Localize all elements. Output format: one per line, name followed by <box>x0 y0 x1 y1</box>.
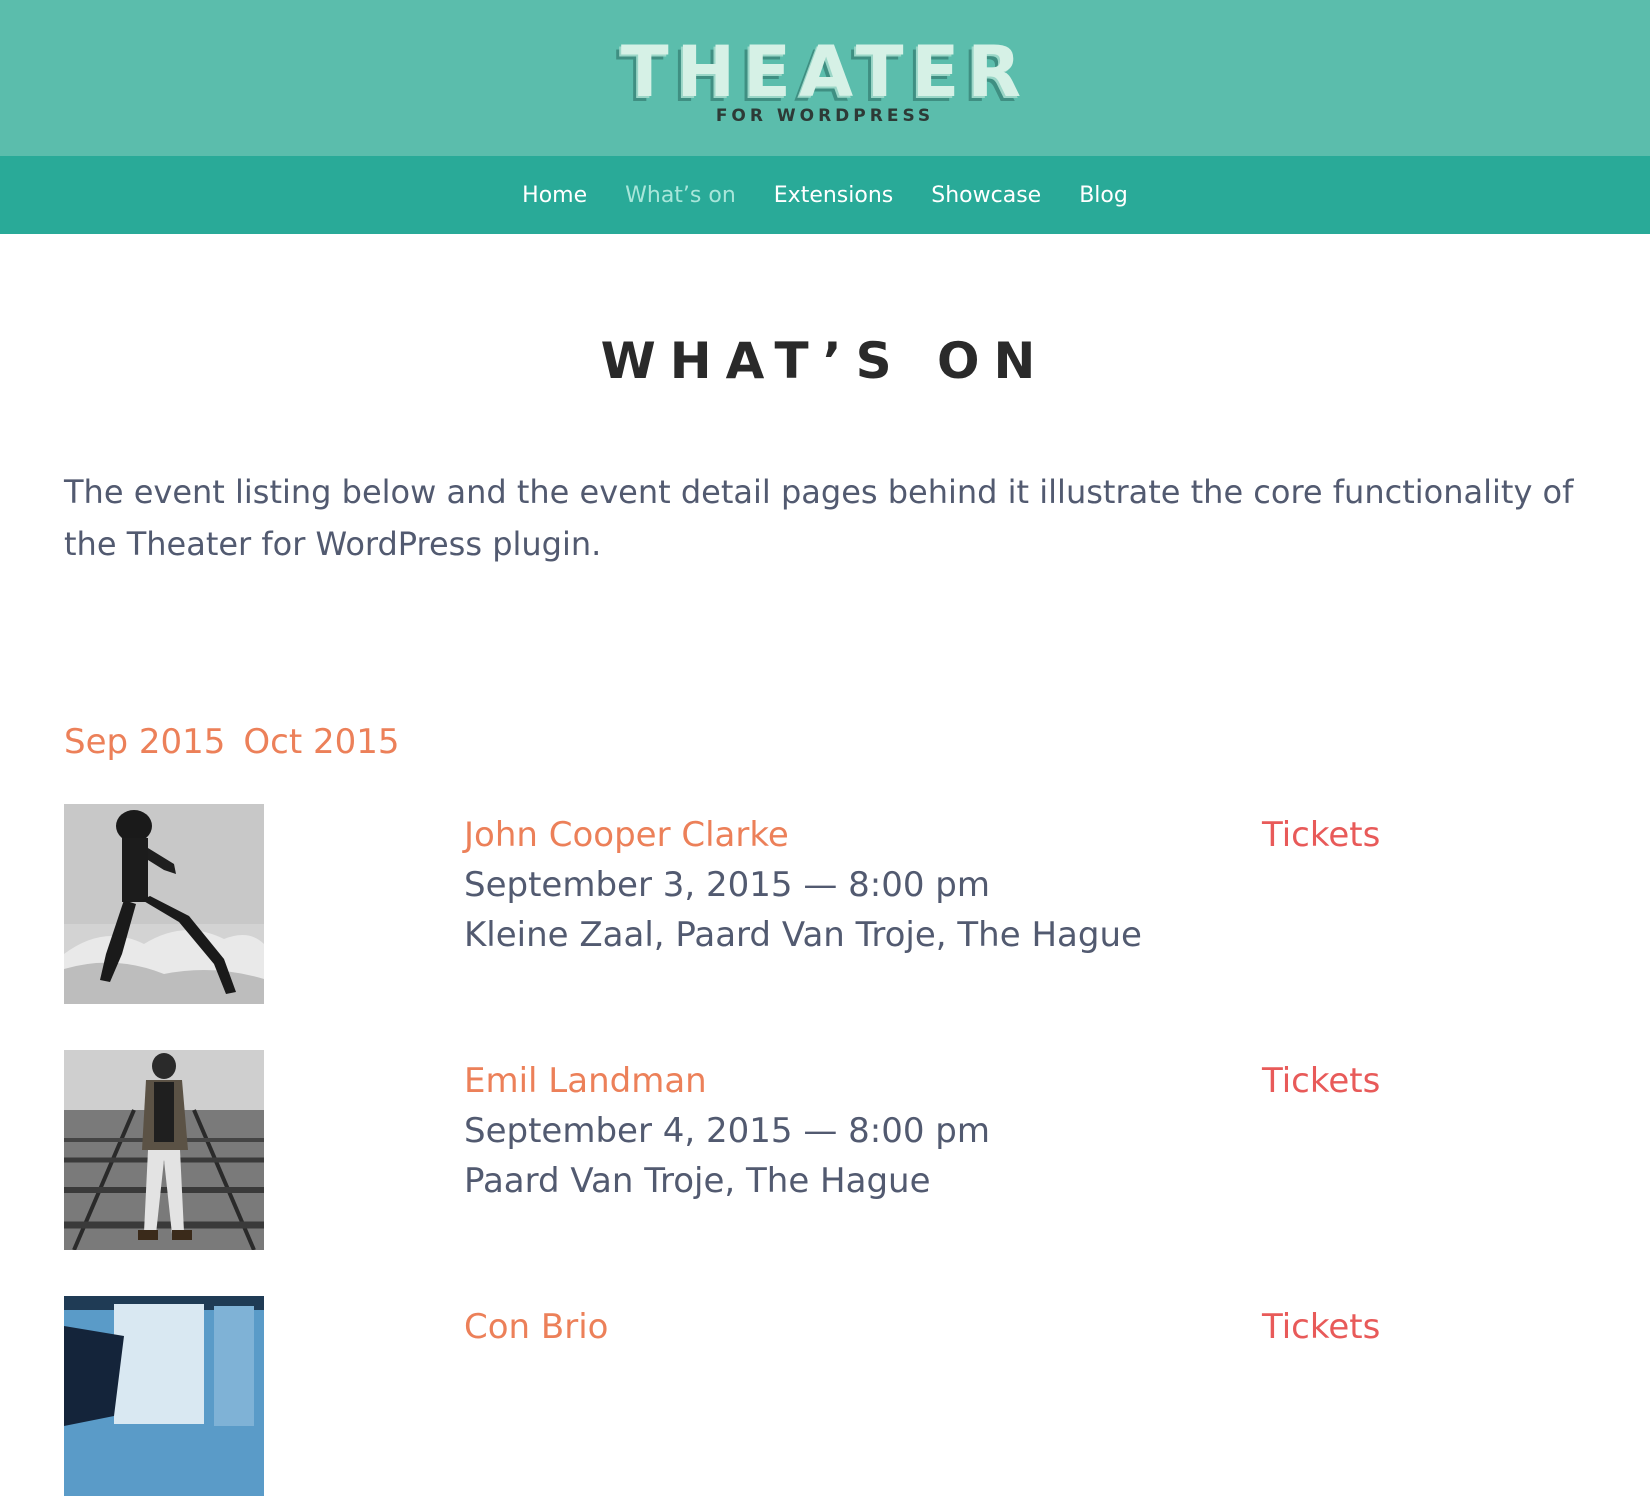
month-link-sep-2015[interactable]: Sep 2015 <box>64 722 225 762</box>
performer-photo-icon <box>64 1050 264 1250</box>
performer-photo-icon <box>64 1296 264 1496</box>
event-title-link[interactable]: Con Brio <box>464 1302 1244 1352</box>
event-info: Con Brio <box>464 1302 1244 1352</box>
event-title-link[interactable]: Emil Landman <box>464 1056 1244 1106</box>
logo-title: THEATER <box>620 31 1030 113</box>
site-logo[interactable]: THEATER FOR WORDPRESS <box>0 34 1650 126</box>
tickets-link[interactable]: Tickets <box>1262 1302 1380 1352</box>
event-thumbnail[interactable] <box>64 804 264 1004</box>
month-link-oct-2015[interactable]: Oct 2015 <box>243 722 399 762</box>
month-filter: Sep 2015 Oct 2015 <box>64 722 400 762</box>
event-thumbnail[interactable] <box>64 1050 264 1250</box>
logo-subtitle: FOR WORDPRESS <box>715 106 935 126</box>
nav-item-whats-on[interactable]: What’s on <box>625 183 736 208</box>
nav-item-showcase[interactable]: Showcase <box>931 183 1041 208</box>
event-info: John Cooper Clarke September 3, 2015 — 8… <box>464 810 1244 960</box>
nav-item-home[interactable]: Home <box>522 183 587 208</box>
tickets-link[interactable]: Tickets <box>1262 810 1380 860</box>
event-item: John Cooper Clarke September 3, 2015 — 8… <box>64 804 1584 1004</box>
nav-item-extensions[interactable]: Extensions <box>774 183 893 208</box>
intro-text: The event listing below and the event de… <box>64 473 1574 563</box>
main-nav: Home What’s on Extensions Showcase Blog <box>0 156 1650 234</box>
page-title: WHAT’S ON <box>600 332 1050 390</box>
event-item: Con Brio Tickets <box>64 1296 1584 1496</box>
event-venue: Kleine Zaal, Paard Van Troje, The Hague <box>464 915 1142 955</box>
event-date: September 3, 2015 — 8:00 pm <box>464 865 990 905</box>
event-item: Emil Landman September 4, 2015 — 8:00 pm… <box>64 1050 1584 1250</box>
tickets-link[interactable]: Tickets <box>1262 1056 1380 1106</box>
site-header: THEATER FOR WORDPRESS <box>0 0 1650 156</box>
event-thumbnail[interactable] <box>64 1296 264 1496</box>
event-date: September 4, 2015 — 8:00 pm <box>464 1111 990 1151</box>
performer-photo-icon <box>64 804 264 1004</box>
nav-item-blog[interactable]: Blog <box>1079 183 1128 208</box>
event-venue: Paard Van Troje, The Hague <box>464 1161 931 1201</box>
event-title-link[interactable]: John Cooper Clarke <box>464 810 1244 860</box>
event-info: Emil Landman September 4, 2015 — 8:00 pm… <box>464 1056 1244 1206</box>
